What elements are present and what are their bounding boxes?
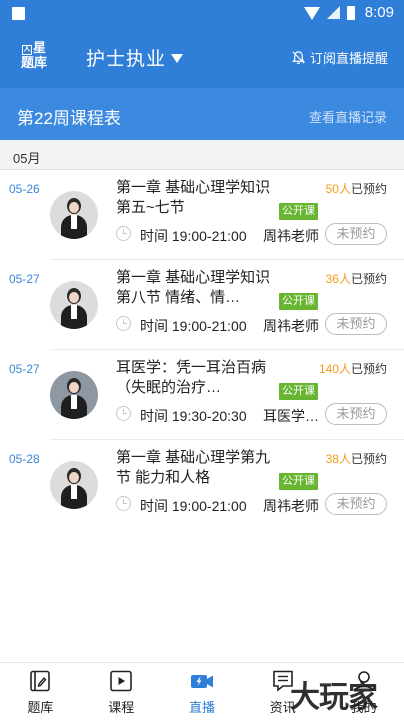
battery-icon (346, 5, 355, 20)
dropdown-caret-icon (171, 54, 184, 63)
course-title: 第一章 基础心理学第九节 能力和人格 (116, 449, 271, 486)
teacher-avatar (50, 191, 98, 239)
nav-news[interactable]: 资讯 (242, 663, 323, 720)
course-time: 时间 19:00-21:00 (140, 498, 247, 514)
course-row[interactable]: 05-27 第一章 基础心理学知识 第八节 情绪、情… 36人已预约 公开课 时… (0, 260, 404, 350)
reserve-button[interactable]: 未预约 (325, 313, 387, 335)
course-title: 耳医学：凭一耳治百病（失眠的治疗… (116, 359, 267, 396)
nav-label: 直播 (188, 700, 215, 715)
reserve-button[interactable]: 未预约 (325, 493, 387, 515)
nav-label: 我的 (350, 700, 377, 715)
course-time: 时间 19:30-20:30 (140, 408, 247, 424)
app-header: 人星 题库 护士执业 订阅直播提醒 (0, 28, 404, 88)
course-date: 05-27 (9, 272, 40, 286)
nav-profile[interactable]: 我的 (323, 663, 404, 720)
bell-off-icon (292, 51, 305, 64)
nav-courses[interactable]: 课程 (81, 663, 162, 720)
month-header: 05月 (0, 140, 404, 170)
course-date: 05-28 (9, 452, 40, 466)
public-course-badge: 公开课 (279, 203, 318, 220)
signal-icon (326, 6, 340, 19)
subscribe-label: 订阅直播提醒 (309, 51, 388, 66)
course-date: 05-27 (9, 362, 40, 376)
teacher-name: 周祎老师 (263, 228, 319, 244)
course-date: 05-26 (9, 182, 40, 196)
status-bar: 8:09 (0, 0, 404, 28)
clock-icon (116, 316, 131, 331)
nav-label: 课程 (108, 700, 135, 715)
nav-live[interactable]: 直播 (162, 663, 243, 720)
course-title: 第一章 基础心理学知识 第八节 情绪、情… (116, 269, 271, 306)
profile-icon (353, 671, 374, 692)
teacher-name: 周祎老师 (263, 498, 319, 514)
public-course-badge: 公开课 (279, 293, 318, 310)
week-schedule-bar: 第22周课程表 查看直播记录 (0, 88, 404, 140)
status-time: 8:09 (364, 4, 394, 21)
question-bank-icon (30, 670, 51, 692)
course-row[interactable]: 05-27 耳医学：凭一耳治百病（失眠的治疗… 140人已预约 公开课 时间 1… (0, 350, 404, 440)
booked-count: 36人已预约 (325, 272, 387, 286)
teacher-name: 周祎老师 (263, 318, 319, 334)
teacher-avatar (50, 461, 98, 509)
clock-icon (116, 496, 131, 511)
month-label: 05月 (13, 151, 41, 166)
nav-question-bank[interactable]: 题库 (0, 663, 81, 720)
course-time: 时间 19:00-21:00 (140, 228, 247, 244)
teacher-avatar (50, 371, 98, 419)
subscribe-live-reminder-button[interactable]: 订阅直播提醒 (291, 48, 388, 67)
live-video-icon (190, 675, 213, 688)
bottom-navigation: 题库 课程 直播 资讯 我的 (0, 662, 404, 720)
week-title: 第22周课程表 (17, 109, 121, 128)
clock-icon (116, 226, 131, 241)
booked-count: 38人已预约 (325, 452, 387, 466)
clock-icon (116, 406, 131, 421)
course-title: 第一章 基础心理学知识 第五~七节 (116, 179, 271, 216)
booked-count: 140人已预约 (318, 362, 387, 376)
public-course-badge: 公开课 (279, 383, 318, 400)
course-row[interactable]: 05-28 第一章 基础心理学第九节 能力和人格 38人已预约 公开课 时间 1… (0, 440, 404, 530)
nav-label: 题库 (27, 700, 54, 715)
public-course-badge: 公开课 (279, 473, 318, 490)
news-icon (272, 670, 293, 692)
course-time: 时间 19:00-21:00 (140, 318, 247, 334)
teacher-name: 耳医学… (263, 408, 319, 424)
reserve-button[interactable]: 未预约 (325, 403, 387, 425)
wifi-icon (303, 7, 320, 20)
teacher-avatar (50, 281, 98, 329)
exam-title: 护士执业 (86, 49, 167, 70)
notification-icon (12, 7, 25, 20)
booked-count: 50人已预约 (325, 182, 387, 196)
course-row[interactable]: 05-26 第一章 基础心理学知识 第五~七节 50人已预约 公开课 时间 19… (0, 170, 404, 260)
course-play-icon (110, 670, 132, 692)
exam-selector[interactable]: 护士执业 (86, 44, 184, 71)
reserve-button[interactable]: 未预约 (325, 223, 387, 245)
nav-label: 资讯 (269, 700, 296, 715)
view-live-records-link[interactable]: 查看直播记录 (309, 107, 387, 126)
app-logo[interactable]: 人星 题库 (16, 40, 52, 74)
